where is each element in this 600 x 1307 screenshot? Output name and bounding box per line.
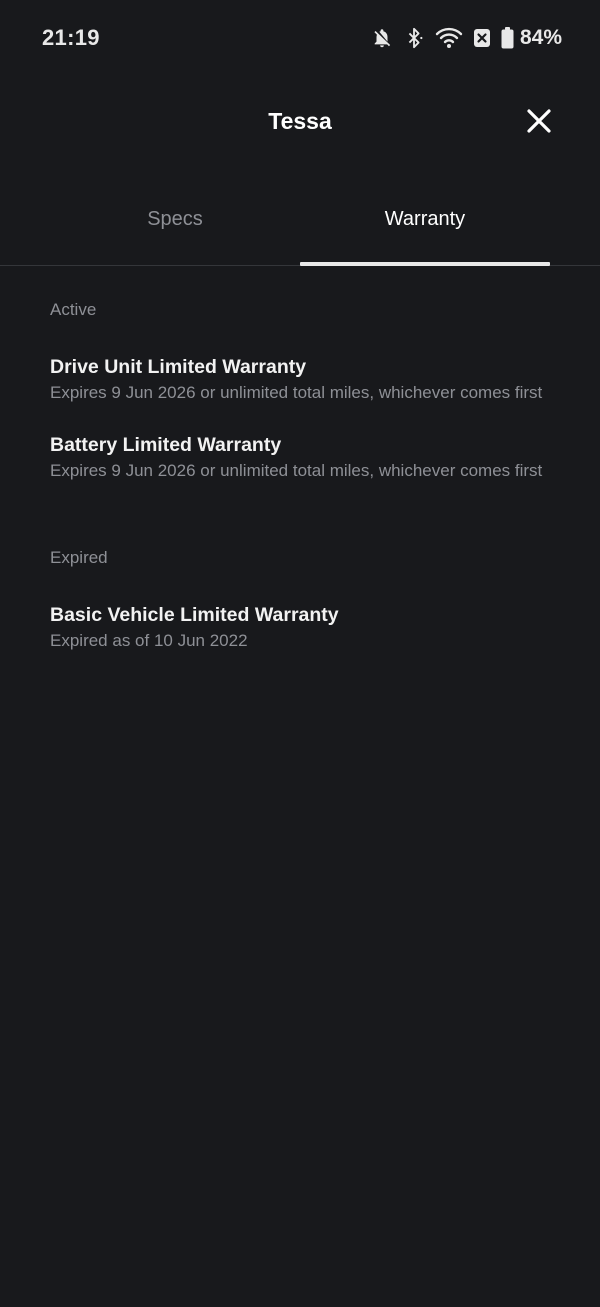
list-item: Battery Limited Warranty Expires 9 Jun 2… bbox=[50, 432, 550, 482]
tab-warranty-label: Warranty bbox=[384, 208, 466, 230]
warranty-description: Expires 9 Jun 2026 or unlimited total mi… bbox=[50, 383, 543, 402]
battery-percentage: 84% bbox=[519, 26, 562, 49]
warranty-content: Active Drive Unit Limited Warranty Expir… bbox=[50, 300, 550, 652]
active-tab-indicator bbox=[300, 262, 550, 266]
warranty-title: Basic Vehicle Limited Warranty bbox=[50, 604, 339, 626]
close-icon bbox=[527, 109, 551, 133]
tab-specs-label: Specs bbox=[147, 208, 203, 230]
warranty-description: Expires 9 Jun 2026 or unlimited total mi… bbox=[50, 461, 543, 480]
bluetooth-icon bbox=[408, 27, 423, 49]
wifi-icon bbox=[435, 27, 463, 48]
close-box-icon bbox=[473, 29, 490, 47]
tab-warranty[interactable]: Warranty bbox=[300, 190, 550, 265]
tab-bar: Specs Warranty bbox=[0, 190, 600, 266]
header: Tessa bbox=[0, 90, 600, 154]
page-title: Tessa bbox=[268, 108, 332, 134]
close-button[interactable] bbox=[524, 106, 554, 136]
status-time: 21:19 bbox=[42, 25, 100, 50]
list-item: Basic Vehicle Limited Warranty Expired a… bbox=[50, 602, 550, 652]
section-label-active: Active bbox=[50, 300, 97, 319]
warranty-description: Expired as of 10 Jun 2022 bbox=[50, 631, 248, 650]
battery-icon bbox=[501, 27, 514, 49]
tab-specs[interactable]: Specs bbox=[50, 190, 300, 265]
section-expired: Expired Basic Vehicle Limited Warranty E… bbox=[50, 548, 550, 652]
warranty-title: Drive Unit Limited Warranty bbox=[50, 356, 307, 378]
section-label-expired: Expired bbox=[50, 548, 108, 567]
warranty-title: Battery Limited Warranty bbox=[50, 434, 282, 456]
section-active: Active Drive Unit Limited Warranty Expir… bbox=[50, 300, 550, 482]
status-bar: 21:19 84% bbox=[0, 0, 600, 80]
status-icons: 84% bbox=[371, 26, 562, 50]
bell-off-icon bbox=[374, 29, 391, 48]
list-item: Drive Unit Limited Warranty Expires 9 Ju… bbox=[50, 354, 550, 404]
